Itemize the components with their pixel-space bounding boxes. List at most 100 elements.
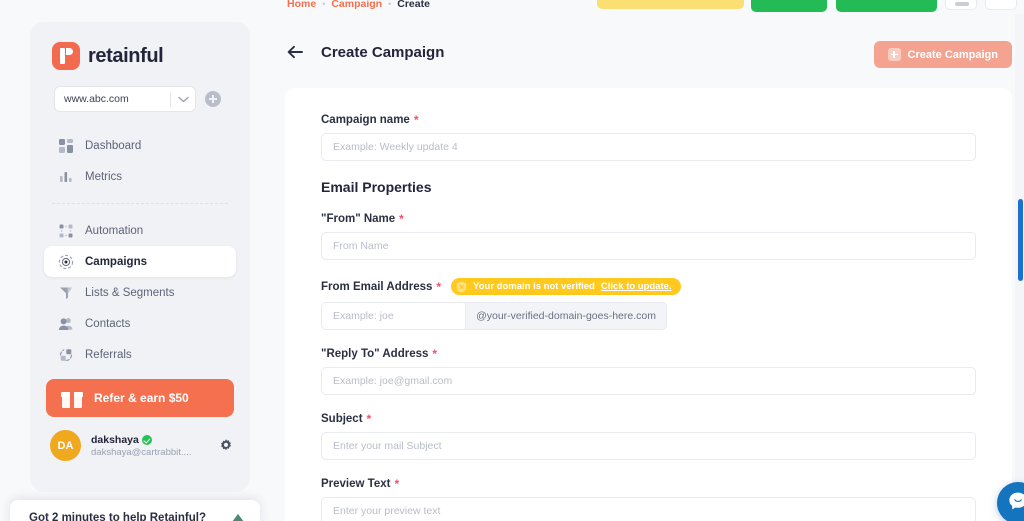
brand-logo[interactable]: retainful — [30, 22, 250, 70]
preview-text-label: Preview Text * — [321, 478, 976, 490]
yellow-progress-bar — [597, 0, 744, 9]
chevron-up-icon[interactable] — [232, 514, 244, 521]
from-name-input[interactable]: From Name — [321, 232, 976, 260]
sidebar-item-label: Campaigns — [85, 255, 147, 268]
email-properties-heading: Email Properties — [321, 179, 432, 195]
field-preview-text: Preview Text * Enter your preview text — [321, 478, 976, 521]
required-marker: * — [436, 279, 442, 294]
page-header: Create Campaign — [285, 42, 444, 62]
from-email-label: From Email Address * Your domain is not … — [321, 278, 976, 295]
breadcrumb-campaign[interactable]: Campaign — [331, 0, 382, 10]
metrics-icon — [58, 169, 74, 185]
sidebar-item-contacts[interactable]: Contacts — [44, 308, 236, 339]
required-marker: * — [366, 412, 372, 426]
page-title: Create Campaign — [321, 43, 445, 61]
label-text: From Email Address — [321, 280, 433, 293]
required-marker: * — [394, 477, 400, 491]
dashboard-icon — [58, 138, 74, 154]
from-email-domain-suffix: @your-verified-domain-goes-here.com — [465, 303, 666, 329]
required-marker: * — [413, 113, 419, 127]
sidebar-item-automation[interactable]: Automation — [44, 215, 236, 246]
green-action-button-2[interactable] — [836, 0, 937, 12]
profile-email: dakshaya@cartrabbit.... — [91, 446, 192, 458]
brand-name: retainful — [88, 44, 164, 67]
label-text: "From" Name — [321, 213, 396, 225]
preview-text-input[interactable]: Enter your preview text — [321, 497, 976, 521]
click-to-update-link[interactable]: Click to update. — [601, 281, 672, 292]
campaign-form-card: Campaign name * Example: Weekly update 4… — [285, 88, 1012, 521]
lists-segments-icon — [58, 285, 74, 301]
breadcrumb-home[interactable]: Home — [287, 0, 316, 10]
breadcrumb: Home • Campaign • Create — [287, 0, 430, 10]
label-text: Campaign name — [321, 114, 410, 126]
back-arrow-icon[interactable] — [285, 42, 305, 62]
breadcrumb-separator: • — [388, 0, 392, 9]
campaign-name-input[interactable]: Example: Weekly update 4 — [321, 133, 976, 161]
referrals-icon — [58, 347, 74, 363]
profile-name: dakshaya — [91, 433, 139, 446]
app-root: retainful www.abc.com Dashboard Metrics … — [0, 0, 1024, 521]
automation-icon — [58, 223, 74, 239]
field-from-email: From Email Address * Your domain is not … — [321, 278, 976, 330]
sidebar-nav: Dashboard Metrics Automation Campaigns L… — [30, 130, 250, 370]
sidebar-item-label: Lists & Segments — [85, 286, 175, 299]
sidebar-item-label: Automation — [85, 224, 144, 237]
campaigns-icon — [58, 254, 74, 270]
label-text: Subject — [321, 413, 363, 425]
required-marker: * — [432, 347, 438, 361]
subject-label: Subject * — [321, 413, 976, 425]
from-email-input[interactable]: Example: joe — [322, 303, 466, 329]
verified-badge-icon — [141, 434, 152, 445]
breadcrumb-create: Create — [397, 0, 430, 10]
reply-to-label: "Reply To" Address * — [321, 348, 976, 360]
retainful-logo-icon — [52, 42, 80, 70]
sidebar-divider — [52, 203, 228, 204]
refer-and-earn-button[interactable]: Refer & earn $50 — [46, 379, 234, 417]
gift-icon — [61, 389, 83, 408]
sidebar-item-label: Metrics — [85, 170, 123, 183]
from-name-label: "From" Name * — [321, 213, 976, 225]
create-campaign-button[interactable]: Create Campaign — [873, 41, 1012, 68]
shield-warning-icon — [456, 281, 467, 293]
subject-input[interactable]: Enter your mail Subject — [321, 432, 976, 460]
site-selector-value: www.abc.com — [64, 93, 129, 105]
avatar: DA — [50, 430, 81, 461]
add-site-icon[interactable] — [205, 91, 221, 107]
site-selector-row: www.abc.com — [30, 70, 250, 112]
sidebar-item-label: Contacts — [85, 317, 131, 330]
breadcrumb-separator: • — [322, 0, 326, 9]
from-email-input-group: Example: joe @your-verified-domain-goes-… — [321, 302, 667, 330]
campaign-name-label: Campaign name * — [321, 114, 976, 126]
sidebar-item-lists-segments[interactable]: Lists & Segments — [44, 277, 236, 308]
badge-text: Your domain is not verified — [473, 281, 595, 292]
user-profile[interactable]: DA dakshaya dakshaya@cartrabbit.... — [46, 430, 234, 461]
label-text: "Reply To" Address — [321, 348, 429, 360]
top-toolbar-strip — [0, 0, 1024, 14]
gear-icon[interactable] — [218, 438, 234, 454]
sidebar: retainful www.abc.com Dashboard Metrics … — [30, 22, 250, 492]
contacts-icon — [58, 316, 74, 332]
field-from-name: "From" Name * From Name — [321, 213, 976, 260]
page-scrollbar-thumb[interactable] — [1018, 199, 1023, 281]
sidebar-item-referrals[interactable]: Referrals — [44, 339, 236, 370]
site-selector[interactable]: www.abc.com — [54, 86, 196, 112]
toolbar-ghost-button-1[interactable] — [945, 0, 977, 10]
survey-bar[interactable]: Got 2 minutes to help Retainful? — [10, 500, 260, 521]
refer-label: Refer & earn $50 — [94, 391, 189, 405]
field-campaign-name: Campaign name * Example: Weekly update 4 — [321, 114, 976, 161]
field-reply-to: "Reply To" Address * Example: joe@gmail.… — [321, 348, 976, 395]
domain-not-verified-badge: Your domain is not verified Click to upd… — [451, 278, 681, 295]
survey-text: Got 2 minutes to help Retainful? — [29, 512, 206, 521]
plus-icon — [887, 48, 901, 61]
sidebar-item-metrics[interactable]: Metrics — [44, 161, 236, 192]
sidebar-item-campaigns[interactable]: Campaigns — [44, 246, 236, 277]
reply-to-input[interactable]: Example: joe@gmail.com — [321, 367, 976, 395]
green-action-button-1[interactable] — [751, 0, 827, 12]
create-campaign-label: Create Campaign — [907, 48, 998, 61]
sidebar-item-label: Referrals — [85, 348, 132, 361]
chat-bubble-icon — [1007, 490, 1024, 517]
sidebar-item-dashboard[interactable]: Dashboard — [44, 130, 236, 161]
chevron-down-icon[interactable] — [171, 96, 195, 103]
page-scrollbar-track[interactable] — [1015, 14, 1024, 521]
toolbar-ghost-button-2[interactable] — [985, 0, 1017, 10]
